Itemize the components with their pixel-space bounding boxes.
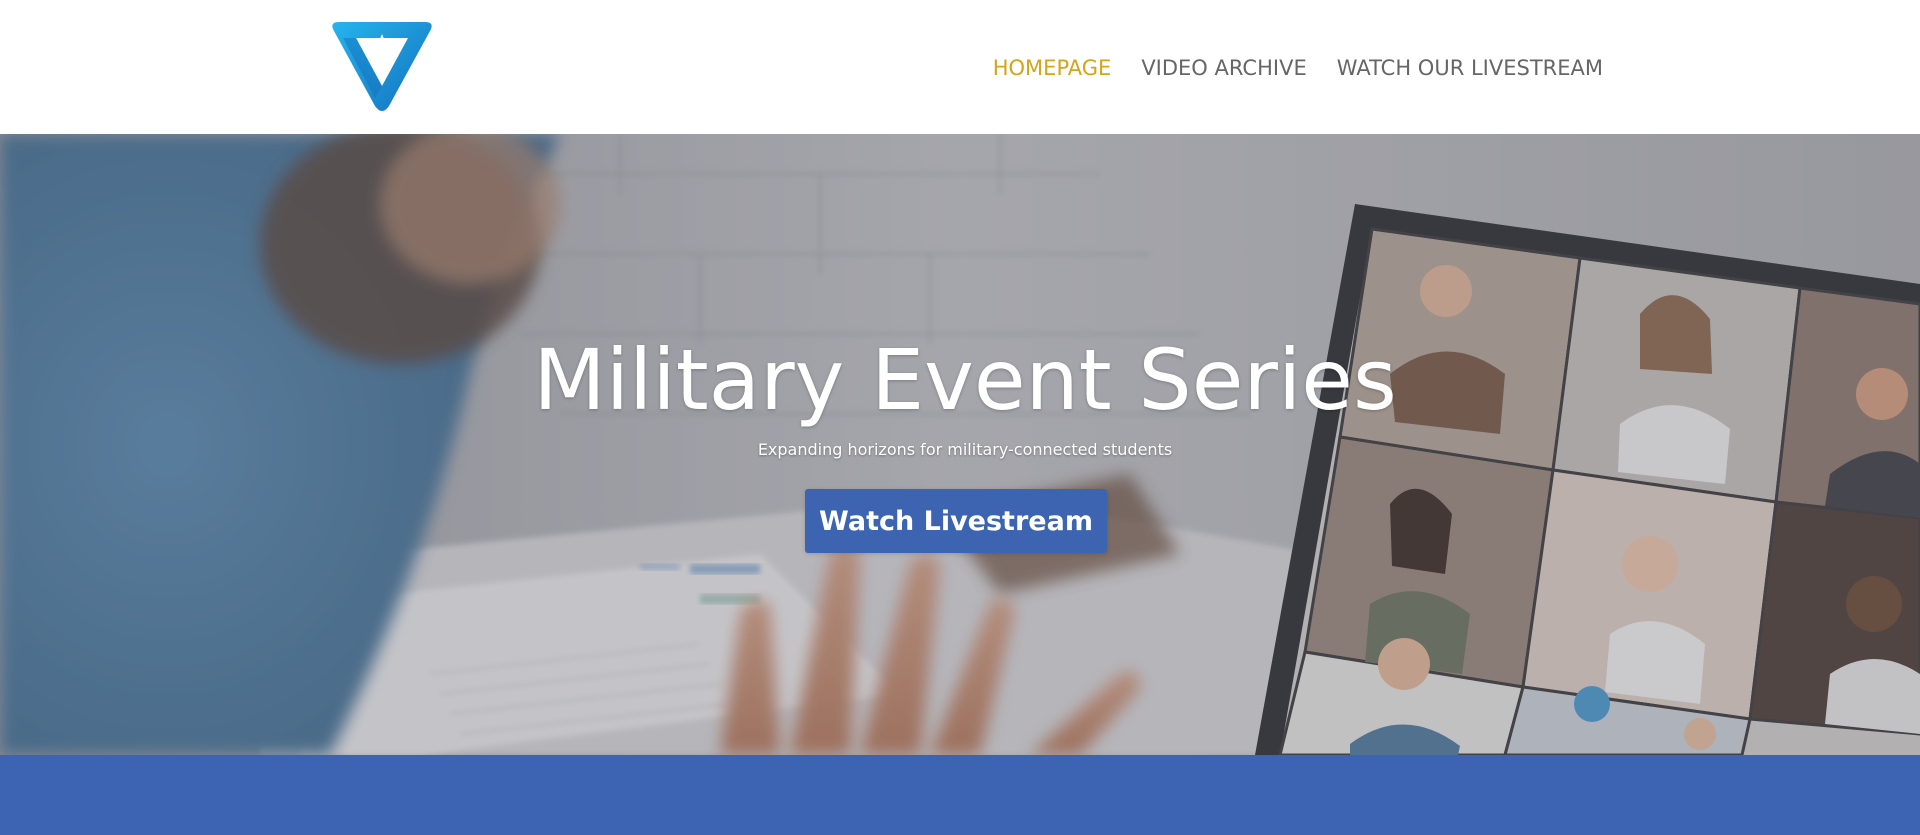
hero-section: Military Event Series Expanding horizons… bbox=[0, 134, 1920, 755]
main-nav: HOMEPAGE VIDEO ARCHIVE WATCH OUR LIVESTR… bbox=[993, 54, 1603, 82]
nav-item-homepage[interactable]: HOMEPAGE bbox=[993, 54, 1112, 82]
hero-title: Military Event Series bbox=[533, 331, 1397, 429]
site-header: HOMEPAGE VIDEO ARCHIVE WATCH OUR LIVESTR… bbox=[0, 0, 1920, 134]
watch-livestream-button[interactable]: Watch Livestream bbox=[805, 489, 1107, 553]
blue-content-band bbox=[0, 755, 1920, 835]
triangle-star-logo-icon bbox=[332, 22, 432, 111]
nav-item-video-archive[interactable]: VIDEO ARCHIVE bbox=[1141, 54, 1306, 82]
nav-item-watch-livestream[interactable]: WATCH OUR LIVESTREAM bbox=[1337, 54, 1603, 82]
hero-content: Military Event Series Expanding horizons… bbox=[0, 134, 1920, 755]
site-logo[interactable] bbox=[329, 20, 435, 113]
hero-subtitle: Expanding horizons for military-connecte… bbox=[757, 440, 1173, 459]
